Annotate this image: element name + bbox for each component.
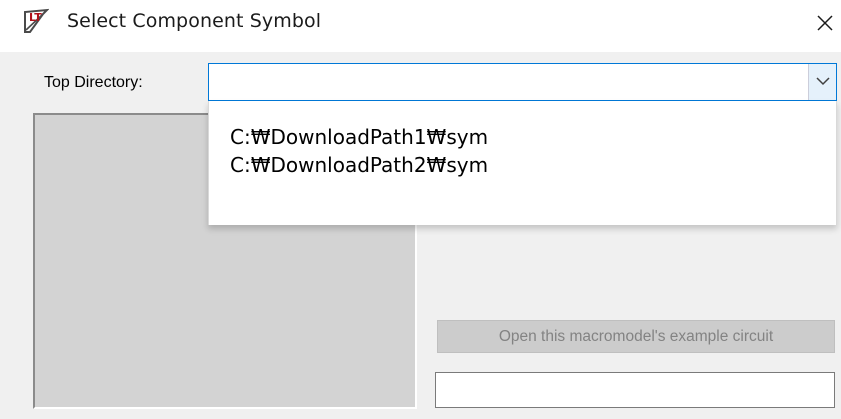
window-title: Select Component Symbol <box>67 10 322 32</box>
chevron-down-icon <box>816 77 830 86</box>
top-directory-dropdown-list: C:₩DownloadPath1₩sym C:₩DownloadPath2₩sy… <box>208 101 837 225</box>
dropdown-option-download-path-2[interactable]: C:₩DownloadPath2₩sym <box>230 151 488 179</box>
top-directory-label: Top Directory: <box>44 74 143 91</box>
dropdown-option-download-path-1[interactable]: C:₩DownloadPath1₩sym <box>230 123 488 151</box>
select-component-symbol-dialog: { "window": { "title": "Select Component… <box>0 0 841 419</box>
title-bar: LT Select Component Symbol <box>0 0 841 52</box>
open-example-circuit-button[interactable]: Open this macromodel's example circuit <box>437 320 835 353</box>
top-directory-dropdown-button[interactable] <box>808 64 836 100</box>
ltspice-app-icon: LT <box>23 8 50 34</box>
symbol-description-field[interactable] <box>435 372 835 408</box>
svg-text:LT: LT <box>29 11 42 24</box>
top-directory-combobox[interactable] <box>208 63 837 101</box>
close-icon[interactable] <box>812 10 838 36</box>
